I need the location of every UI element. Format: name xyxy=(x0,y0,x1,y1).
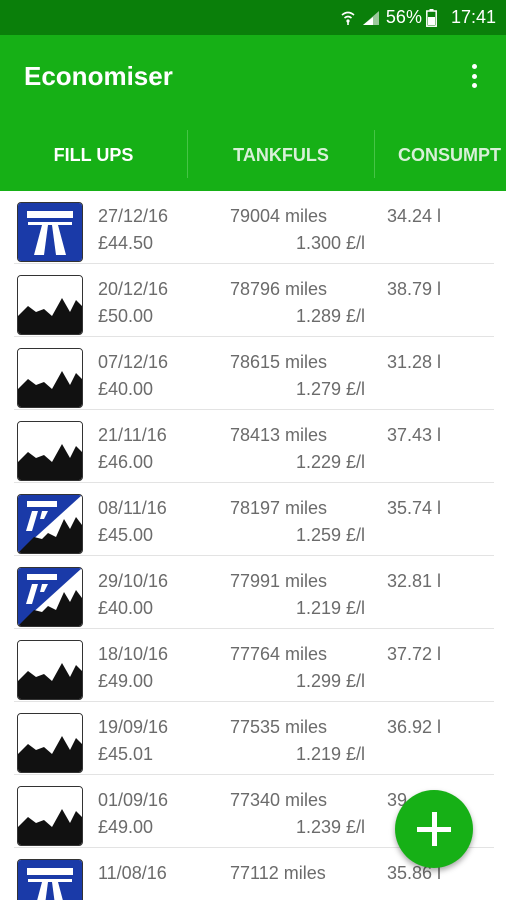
app-bar: Economiser xyxy=(0,35,506,120)
app-title: Economiser xyxy=(24,61,173,91)
town-driving-icon xyxy=(17,421,83,481)
signal-icon xyxy=(362,10,380,26)
fillup-cost: £46.00 xyxy=(98,452,154,472)
fillup-odometer: 78413 miles xyxy=(230,425,328,445)
fillup-price: 1.239 £/l xyxy=(295,817,365,837)
tab-tankfuls[interactable]: TANKFULS xyxy=(188,120,374,191)
fillup-price: 1.259 £/l xyxy=(295,525,365,545)
fillup-price: 1.219 £/l xyxy=(295,744,365,764)
fillup-odometer: 77535 miles xyxy=(230,717,328,737)
town-driving-icon xyxy=(17,640,83,700)
status-bar: 56% 17:41 xyxy=(0,0,506,35)
fillup-price: 1.299 £/l xyxy=(295,671,365,691)
fillup-volume: 32.81 l xyxy=(387,571,442,591)
motorway-icon xyxy=(17,202,83,262)
fillup-cost: £45.00 xyxy=(98,525,154,545)
fillup-price: 1.219 £/l xyxy=(295,598,365,618)
fillup-price: 1.300 £/l xyxy=(295,233,365,253)
fillup-date: 27/12/16 xyxy=(98,206,169,226)
list-item[interactable]: 19/09/16 £45.01 77535 miles 1.219 £/l 36… xyxy=(0,702,506,775)
fillup-date: 18/10/16 xyxy=(98,644,169,664)
fillup-volume: 31.28 l xyxy=(387,352,442,372)
wifi-calling-icon xyxy=(340,10,356,26)
overflow-menu-icon[interactable] xyxy=(462,61,486,91)
motorway-icon xyxy=(17,859,83,900)
battery-icon xyxy=(426,8,437,27)
fillup-price: 1.279 £/l xyxy=(295,379,365,399)
mixed-driving-icon xyxy=(17,567,83,627)
fillup-date: 11/08/16 xyxy=(98,863,167,883)
tab-consumption[interactable]: CONSUMPT xyxy=(375,120,506,191)
list-item[interactable]: 07/12/16 £40.00 78615 miles 1.279 £/l 31… xyxy=(0,337,506,410)
fillup-volume: 38.79 l xyxy=(387,279,442,299)
fillup-odometer: 78796 miles xyxy=(230,279,328,299)
list-item[interactable]: 08/11/16 £45.00 78197 miles 1.259 £/l 35… xyxy=(0,483,506,556)
fillup-odometer: 78615 miles xyxy=(230,352,328,372)
fillup-date: 20/12/16 xyxy=(98,279,169,299)
fillup-date: 21/11/16 xyxy=(98,425,167,445)
fillup-date: 19/09/16 xyxy=(98,717,169,737)
fillup-date: 01/09/16 xyxy=(98,790,169,810)
list-item[interactable]: 18/10/16 £49.00 77764 miles 1.299 £/l 37… xyxy=(0,629,506,702)
town-driving-icon xyxy=(17,275,83,335)
fillup-odometer: 78197 miles xyxy=(230,498,328,518)
fillup-odometer: 77340 miles xyxy=(230,790,328,810)
fillup-date: 08/11/16 xyxy=(98,498,167,518)
add-fillup-button[interactable] xyxy=(395,790,473,868)
battery-percent: 56% xyxy=(385,7,422,27)
fillup-odometer: 77991 miles xyxy=(230,571,328,591)
fillup-odometer: 77112 miles xyxy=(230,863,326,883)
fillup-odometer: 79004 miles xyxy=(230,206,328,226)
fillup-cost: £45.01 xyxy=(98,744,154,764)
fillup-cost: £40.00 xyxy=(98,379,154,399)
fillup-cost: £44.50 xyxy=(98,233,154,253)
fillup-cost: £49.00 xyxy=(98,817,154,837)
fillup-price: 1.229 £/l xyxy=(295,452,365,472)
fillup-price: 1.289 £/l xyxy=(295,306,365,326)
fillup-cost: £49.00 xyxy=(98,671,154,691)
fillup-cost: £50.00 xyxy=(98,306,154,326)
list-item[interactable]: 29/10/16 £40.00 77991 miles 1.219 £/l 32… xyxy=(0,556,506,629)
fillup-volume: 34.24 l xyxy=(387,206,442,226)
clock: 17:41 xyxy=(450,7,496,27)
list-item[interactable]: 20/12/16 £50.00 78796 miles 1.289 £/l 38… xyxy=(0,264,506,337)
town-driving-icon xyxy=(17,713,83,773)
fillup-volume: 36.92 l xyxy=(387,717,442,737)
list-item[interactable]: 21/11/16 £46.00 78413 miles 1.229 £/l 37… xyxy=(0,410,506,483)
fillup-volume: 37.72 l xyxy=(387,644,442,664)
mixed-driving-icon xyxy=(17,494,83,554)
fillup-date: 07/12/16 xyxy=(98,352,169,372)
town-driving-icon xyxy=(17,786,83,846)
fillup-cost: £40.00 xyxy=(98,598,154,618)
tab-fill-ups[interactable]: FILL UPS xyxy=(0,120,187,191)
fillup-date: 29/10/16 xyxy=(98,571,169,591)
tab-bar: FILL UPS TANKFULS CONSUMPT xyxy=(0,120,506,191)
list-item[interactable]: 27/12/16 £44.50 79004 miles 1.300 £/l 34… xyxy=(0,191,506,264)
fillup-volume: 35.74 l xyxy=(387,498,442,518)
fillup-odometer: 77764 miles xyxy=(230,644,328,664)
town-driving-icon xyxy=(17,348,83,408)
fillup-volume: 37.43 l xyxy=(387,425,442,445)
